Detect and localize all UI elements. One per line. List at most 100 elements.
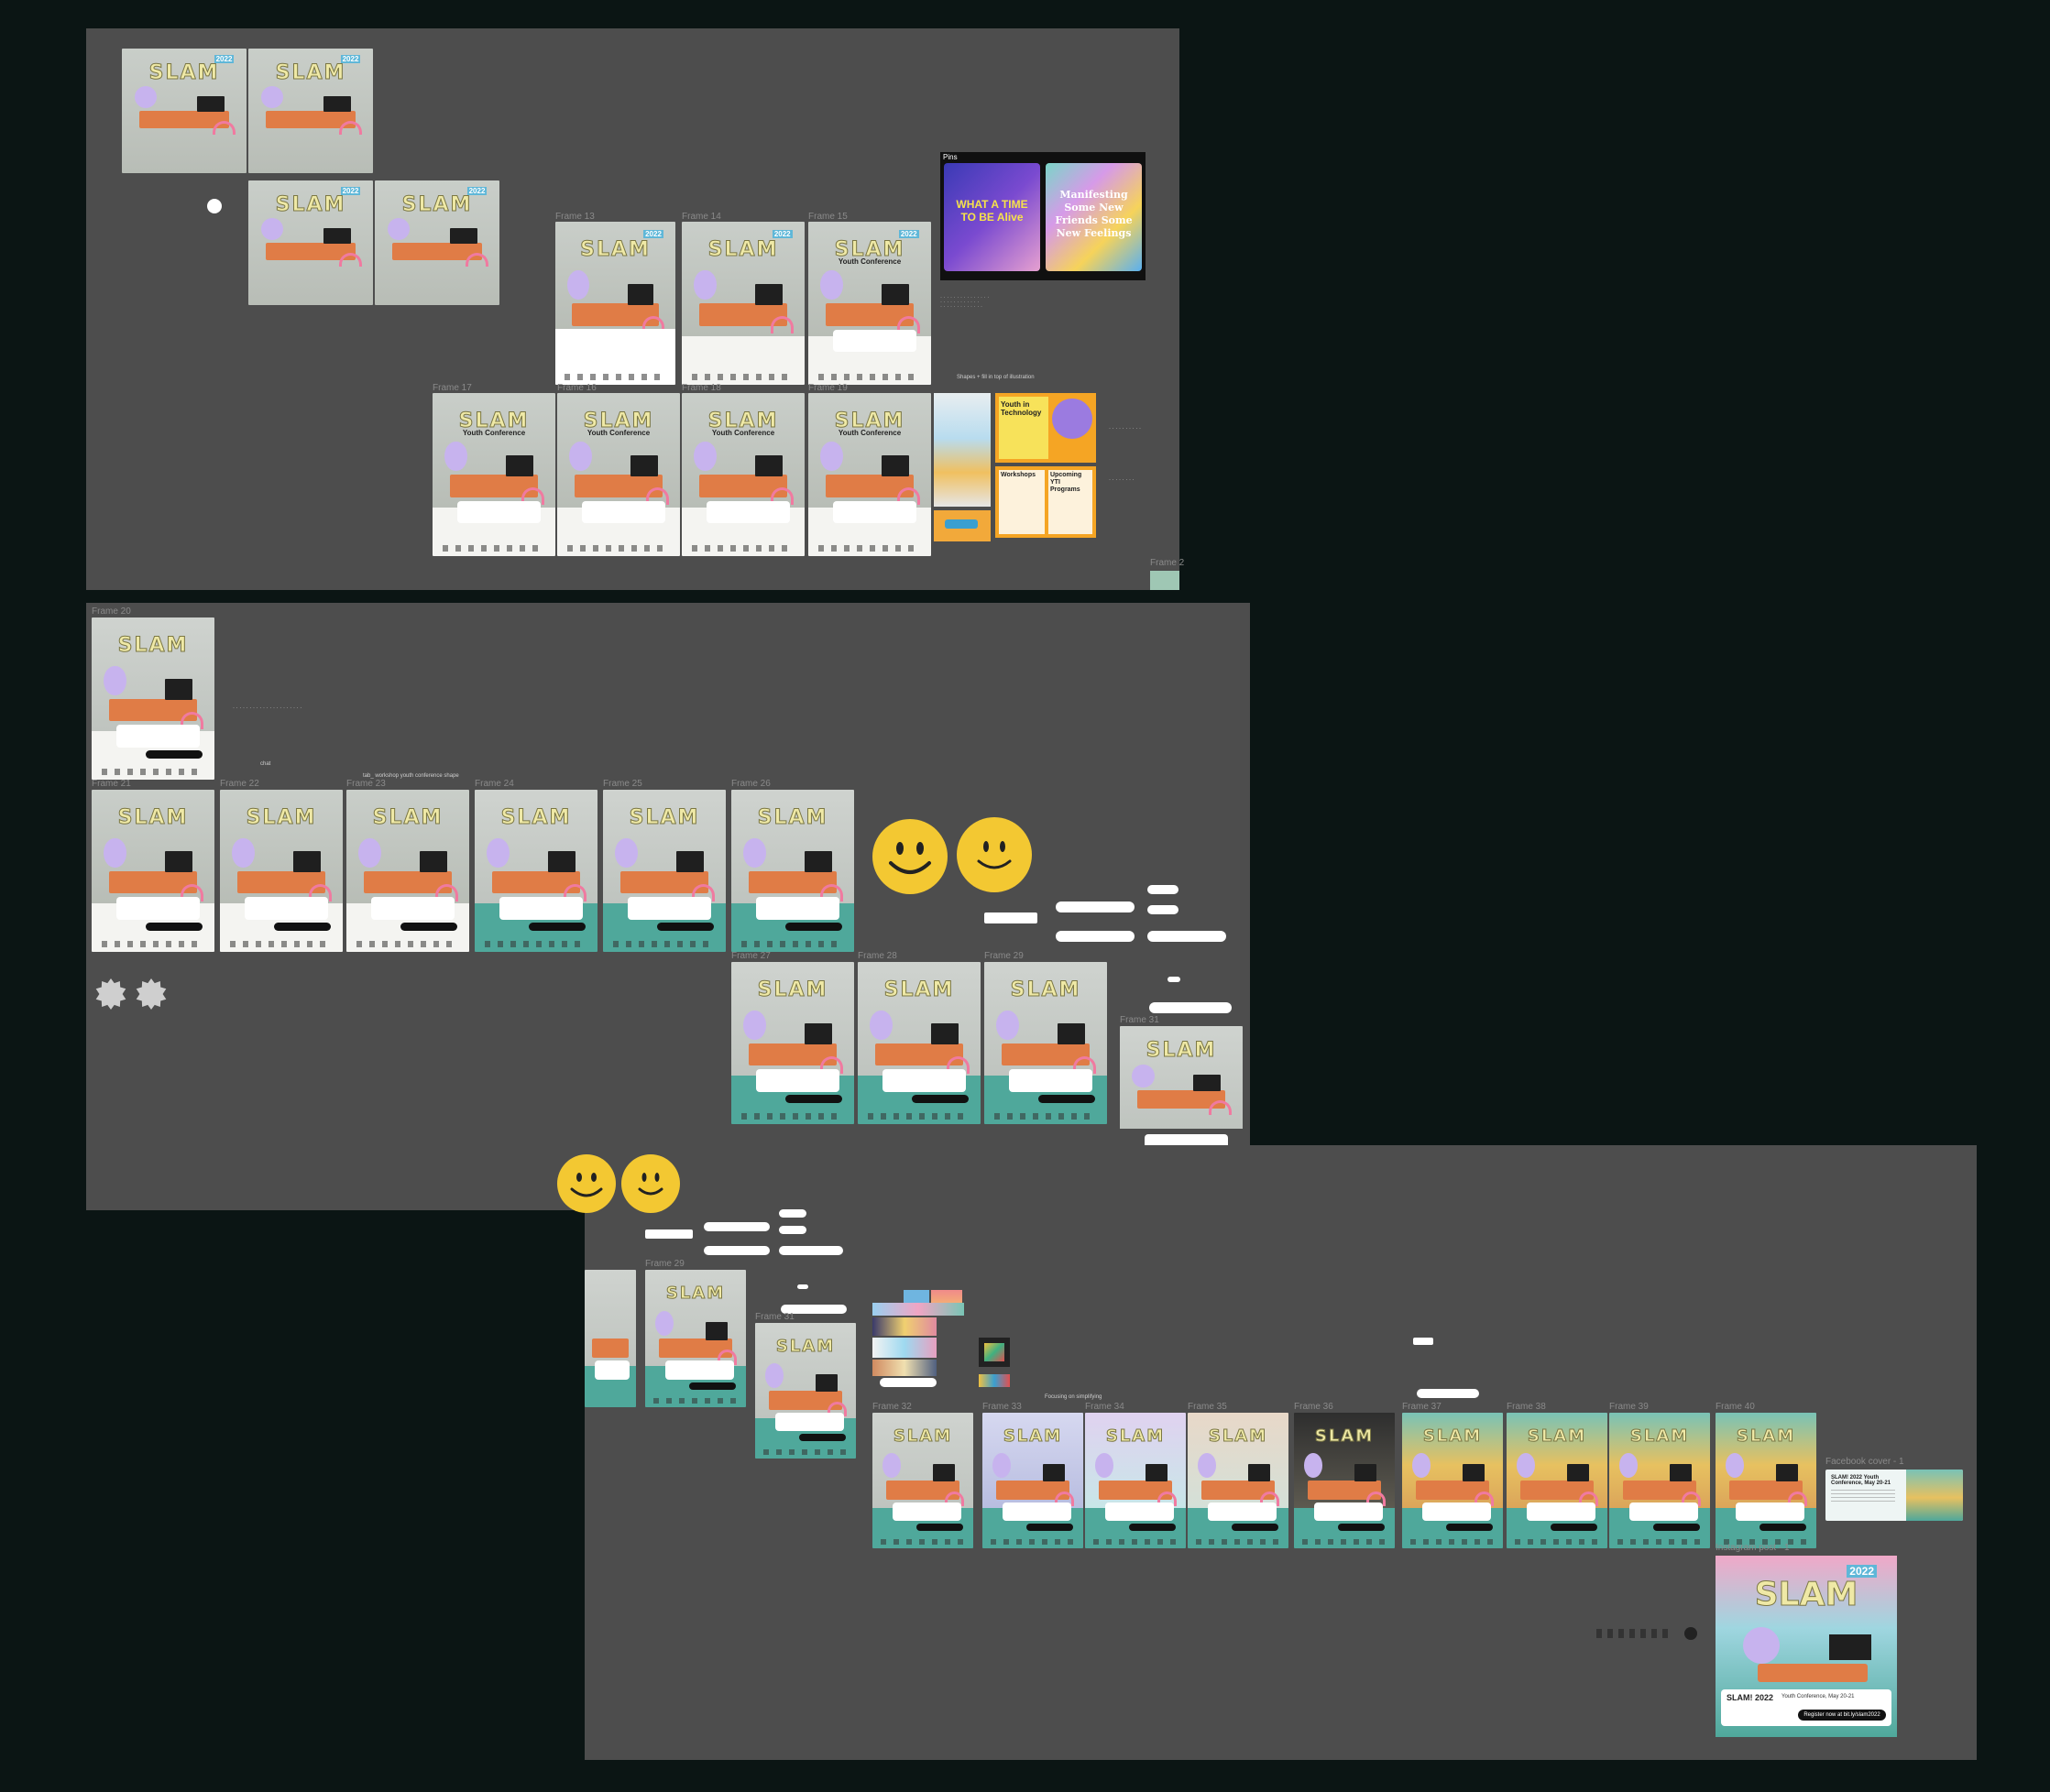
frame-partial[interactable]	[585, 1270, 636, 1407]
speech-bubble-shape[interactable]	[1056, 901, 1135, 912]
frame-40[interactable]: SLAM	[1716, 1413, 1816, 1548]
poster-thumbnail[interactable]: SLAM 2022	[248, 49, 373, 173]
speech-bubble-shape[interactable]	[1147, 905, 1178, 914]
pin-card[interactable]: Manifesting Some New Friends Some New Fe…	[1046, 163, 1142, 271]
frame-21[interactable]: SLAM	[92, 790, 214, 952]
frame-31-copy[interactable]: SLAM	[755, 1323, 856, 1459]
reference-collage[interactable]	[872, 1338, 937, 1358]
frame-label: Frame 17	[433, 383, 472, 393]
frame-29-copy[interactable]: SLAM	[645, 1270, 746, 1407]
poster-year: 2022	[340, 54, 361, 63]
reference-collage[interactable]	[872, 1360, 937, 1376]
frame-38[interactable]: SLAM	[1507, 1413, 1607, 1548]
reference-image[interactable]	[934, 393, 991, 507]
frame-32[interactable]: SLAM	[872, 1413, 973, 1548]
frame-label: Frame 36	[1294, 1402, 1333, 1412]
frame-37[interactable]: SLAM	[1402, 1413, 1503, 1548]
frame-18[interactable]: SLAM Youth Conference	[682, 393, 805, 556]
smiley-icon[interactable]	[957, 817, 1032, 892]
frame-16[interactable]: SLAM Youth Conference	[557, 393, 680, 556]
poster-title: SLAM	[893, 1426, 953, 1446]
instagram-post[interactable]: SLAM 2022 SLAM! 2022 Youth Conference, M…	[1716, 1556, 1897, 1737]
frame-36[interactable]: SLAM	[1294, 1413, 1395, 1548]
starburst-shape[interactable]	[95, 978, 126, 1010]
frame-label: Frame 15	[808, 212, 848, 222]
poster-thumbnail[interactable]: SLAM 2022	[375, 180, 499, 305]
frame-19[interactable]: SLAM Youth Conference	[808, 393, 931, 556]
poster-title: SLAM	[775, 1336, 836, 1356]
frame-24[interactable]: SLAM	[475, 790, 597, 952]
frame-26[interactable]: SLAM	[731, 790, 854, 952]
speech-bubble-shape[interactable]	[645, 1229, 693, 1239]
pins-board[interactable]: Pins WHAT A TIME TO BE Alive Manifesting…	[940, 152, 1146, 280]
poster-title: SLAM	[1208, 1426, 1268, 1446]
poster-thumbnail[interactable]: SLAM 2022	[122, 49, 247, 173]
reference-collage[interactable]	[872, 1317, 937, 1336]
frame-label: Frame 39	[1609, 1402, 1649, 1412]
pin-card-text: Manifesting Some New Friends Some New Fe…	[1055, 189, 1133, 239]
smiley-icon[interactable]	[557, 1154, 616, 1213]
speech-bubble-shape[interactable]	[1147, 885, 1178, 894]
frame-label: Frame 28	[858, 951, 897, 961]
frame-34[interactable]: SLAM	[1085, 1413, 1186, 1548]
frame-29[interactable]: SLAM	[984, 962, 1107, 1124]
speech-bubble-shape[interactable]	[1417, 1389, 1479, 1398]
workshop-title: Workshops	[1001, 472, 1036, 478]
frame-17[interactable]: SLAM Youth Conference	[433, 393, 555, 556]
speech-bubble-shape[interactable]	[779, 1209, 806, 1218]
reference-collage[interactable]	[904, 1290, 929, 1303]
reference-collage[interactable]	[872, 1303, 964, 1316]
comment-dot[interactable]	[207, 199, 222, 213]
frame-39[interactable]: SLAM	[1609, 1413, 1710, 1548]
frame-25[interactable]: SLAM	[603, 790, 726, 952]
reference-image[interactable]	[934, 510, 991, 541]
speech-bubble-shape[interactable]	[1413, 1338, 1433, 1345]
speech-bubble-shape[interactable]	[1149, 1002, 1232, 1013]
frame-label: Frame 23	[346, 779, 386, 789]
speech-bubble-shape[interactable]	[779, 1226, 806, 1234]
speech-bubble-shape[interactable]	[1056, 931, 1135, 942]
frame-28[interactable]: SLAM	[858, 962, 981, 1124]
logo-circle-icon	[1684, 1627, 1697, 1640]
reference-image[interactable]	[979, 1338, 1010, 1367]
speech-bubble-shape[interactable]	[704, 1222, 770, 1231]
smiley-icon[interactable]	[621, 1154, 680, 1213]
frame-label: Frame 32	[872, 1402, 912, 1412]
speech-bubble-shape[interactable]	[797, 1284, 808, 1289]
reference-image[interactable]	[979, 1374, 1010, 1387]
register-button[interactable]: Register now at bit.ly/slam2022	[1798, 1710, 1886, 1721]
smiley-icon[interactable]	[872, 819, 948, 894]
frame-20[interactable]: SLAM	[92, 617, 214, 780]
frame-22[interactable]: SLAM	[220, 790, 343, 952]
frame-31[interactable]: SLAM	[1120, 1026, 1243, 1154]
speech-bubble-shape[interactable]	[1168, 977, 1180, 982]
frame-15[interactable]: SLAM Youth Conference 2022	[808, 222, 931, 385]
poster-subtitle: Youth Conference	[838, 257, 902, 267]
facebook-cover[interactable]: SLAM! 2022 Youth Conference, May 20-21	[1825, 1470, 1963, 1521]
poster-title: SLAM	[1422, 1426, 1483, 1446]
speech-bubble-shape[interactable]	[984, 912, 1037, 923]
frame-14[interactable]: SLAM 2022	[682, 222, 805, 385]
starburst-shape[interactable]	[136, 978, 167, 1010]
poster-thumbnail[interactable]: SLAM 2022	[248, 180, 373, 305]
annotation-text: · · · · · · · · · · · · · · · · · · · · …	[233, 705, 302, 711]
chat-note: chat	[260, 761, 271, 767]
workshop-poster[interactable]: Youth in Technology	[995, 393, 1096, 463]
frame-23[interactable]: SLAM	[346, 790, 469, 952]
frame-label: Frame 27	[731, 951, 771, 961]
frame-13[interactable]: SLAM 2022	[555, 222, 675, 385]
frame-35[interactable]: SLAM	[1188, 1413, 1288, 1548]
speech-bubble-shape[interactable]	[704, 1246, 770, 1255]
frame-label: Frame 29	[645, 1259, 685, 1269]
frame-33[interactable]: SLAM	[982, 1413, 1083, 1548]
pin-card[interactable]: WHAT A TIME TO BE Alive	[944, 163, 1040, 271]
speech-bubble-shape[interactable]	[880, 1378, 937, 1387]
workshop-poster[interactable]: Workshops Upcoming YTI Programs	[995, 466, 1096, 538]
poster-title: SLAM	[1754, 1576, 1858, 1614]
poster-title: SLAM	[500, 805, 572, 829]
speech-bubble-shape[interactable]	[1147, 931, 1226, 942]
instagram-detail: Youth Conference, May 20-21	[1781, 1694, 1855, 1699]
frame-2[interactable]	[1150, 571, 1179, 590]
frame-27[interactable]: SLAM	[731, 962, 854, 1124]
speech-bubble-shape[interactable]	[779, 1246, 843, 1255]
